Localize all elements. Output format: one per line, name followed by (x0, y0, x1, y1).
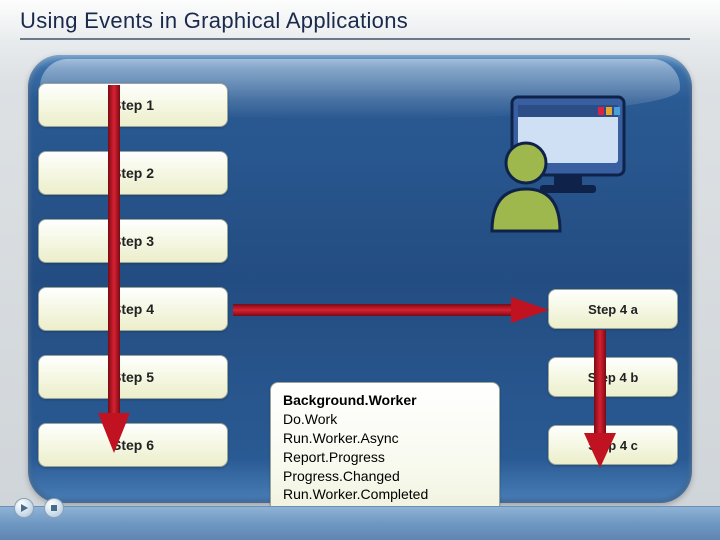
step-3-box: Step 3 (38, 219, 228, 263)
play-icon (19, 503, 29, 513)
backgroundworker-line: Progress.Changed (283, 467, 487, 486)
step-4-box: Step 4 (38, 287, 228, 331)
step-6-box: Step 6 (38, 423, 228, 467)
arrow-down-left (94, 85, 134, 455)
backgroundworker-line: Do.Work (283, 410, 487, 429)
step-4b-box: Step 4 b (548, 357, 678, 397)
content-panel: Step 1 Step 2 Step 3 Step 4 Step 5 Step … (28, 55, 692, 503)
footer-bar (0, 506, 720, 540)
backgroundworker-line: Report.Progress (283, 448, 487, 467)
step-1-box: Step 1 (38, 83, 228, 127)
step-5-box: Step 5 (38, 355, 228, 399)
backgroundworker-title: Background.Worker (283, 391, 487, 410)
backgroundworker-line: Run.Worker.Completed (283, 485, 487, 504)
stop-button[interactable] (44, 498, 64, 518)
backgroundworker-line: Run.Worker.Async (283, 429, 487, 448)
step-4c-box: Step 4 c (548, 425, 678, 465)
step-4a-box: Step 4 a (548, 289, 678, 329)
arrow-right (233, 295, 553, 325)
play-button[interactable] (14, 498, 34, 518)
nav-controls (14, 498, 64, 518)
user-monitor-icon (462, 93, 632, 233)
stop-icon (49, 503, 59, 513)
step-2-box: Step 2 (38, 151, 228, 195)
page-title: Using Events in Graphical Applications (20, 8, 690, 40)
